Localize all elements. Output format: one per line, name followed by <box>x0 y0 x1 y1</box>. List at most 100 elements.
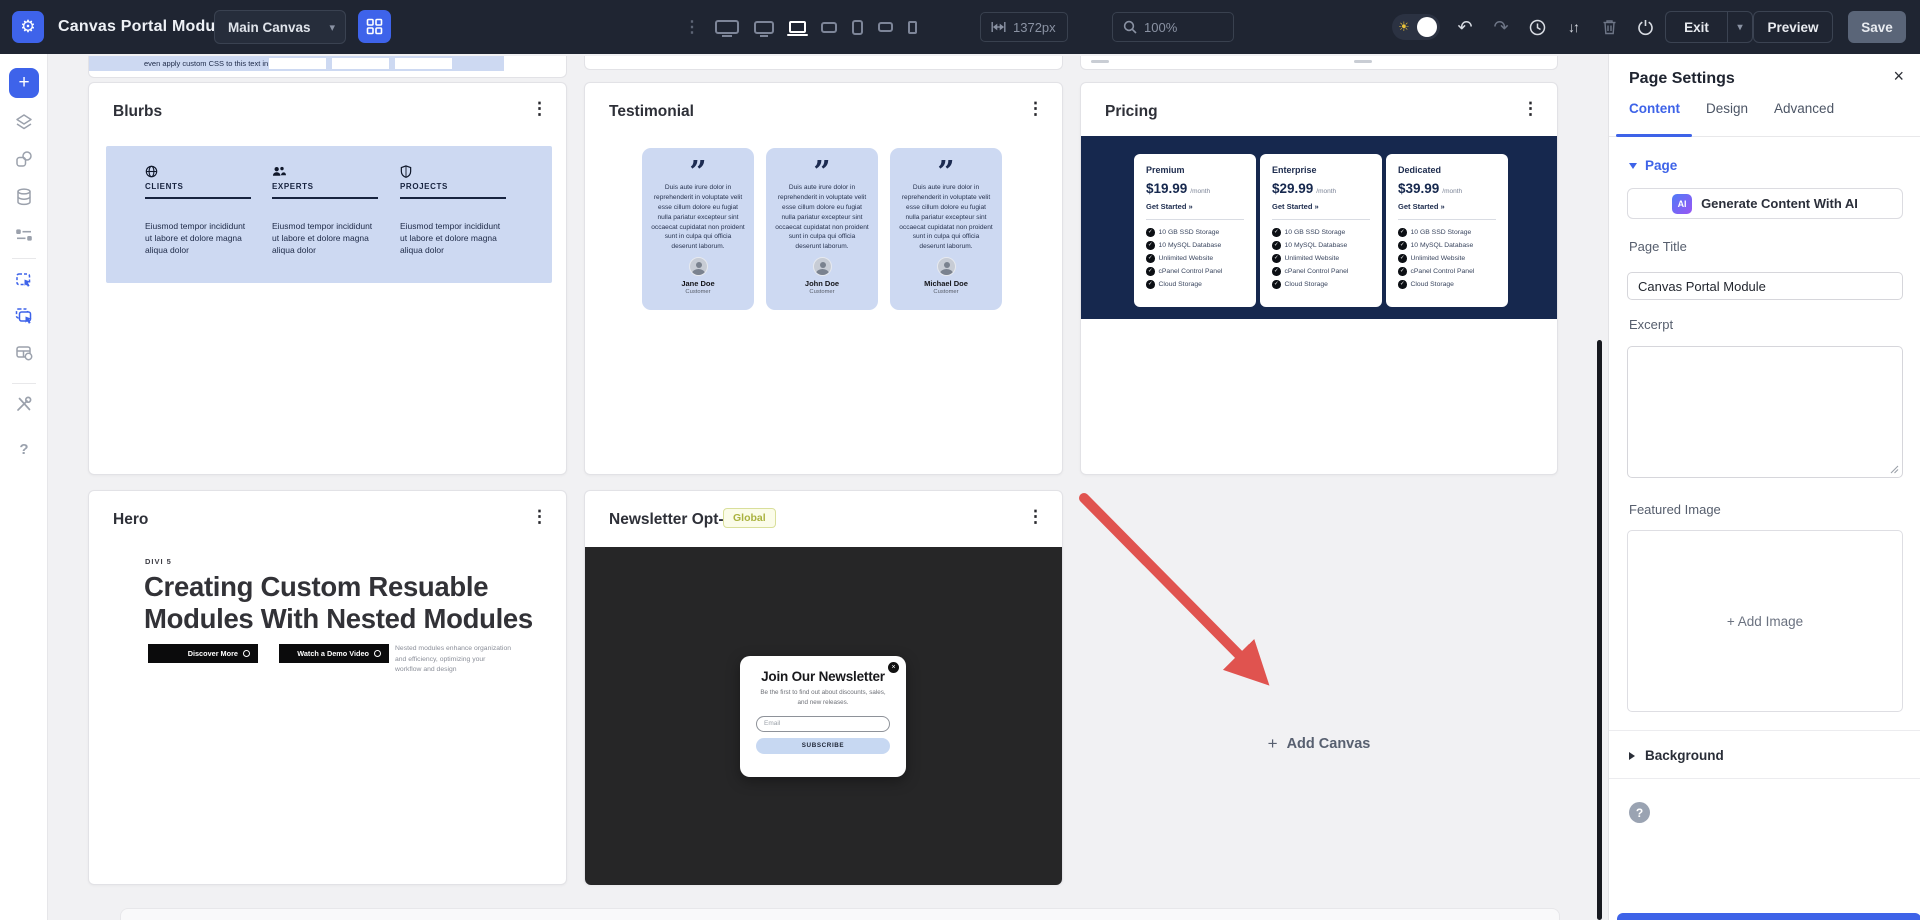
tools-icon[interactable] <box>14 394 34 414</box>
options-list-icon[interactable] <box>14 225 34 245</box>
undo-button[interactable]: ↶ <box>1452 0 1478 54</box>
tab-design[interactable]: Design <box>1706 101 1748 116</box>
kebab-menu-icon[interactable]: ⋮ <box>531 507 548 527</box>
exit-button[interactable]: Exit <box>1665 11 1727 43</box>
drag-handle-icon[interactable]: ⋮ <box>684 17 700 37</box>
partial-card[interactable] <box>1080 56 1558 70</box>
excerpt-label: Excerpt <box>1629 317 1673 332</box>
close-icon[interactable]: × <box>1893 66 1904 87</box>
help-icon[interactable]: ? <box>14 439 34 459</box>
feature-item: ✓10 GB SSD Storage <box>1398 228 1496 237</box>
check-icon: ✓ <box>1146 280 1155 289</box>
design-presets-icon[interactable] <box>14 149 34 169</box>
hero-button-discover[interactable]: Discover More <box>148 644 258 663</box>
partial-cell <box>395 58 452 69</box>
portability-button[interactable] <box>1632 0 1658 54</box>
device-phone-landscape-icon[interactable] <box>878 22 893 32</box>
pricing-plan: Dedicated $39.99 /month Get Started » ✓1… <box>1386 154 1508 307</box>
feature-item: ✓cPanel Control Panel <box>1272 267 1370 276</box>
power-icon <box>1637 19 1654 36</box>
module-card-newsletter[interactable]: Newsletter Opt-in Global ⋮ × Join Our Ne… <box>584 490 1063 885</box>
background-section-toggle[interactable]: Background <box>1629 748 1724 763</box>
module-title: Newsletter Opt-in <box>609 511 737 529</box>
exit-label: Exit <box>1684 20 1709 35</box>
undo-icon: ↶ <box>1457 17 1472 38</box>
subscribe-button[interactable]: SUBSCRIBE <box>756 738 890 754</box>
hero-heading: Creating Custom Resuable Modules With Ne… <box>144 571 546 636</box>
hero-button-label: Discover More <box>188 649 238 658</box>
page-title-input[interactable] <box>1627 272 1903 300</box>
select-canvas-icon[interactable] <box>14 306 34 326</box>
builder-settings-button[interactable]: ⚙ <box>12 11 44 43</box>
close-icon[interactable]: × <box>888 662 899 673</box>
page-section-toggle[interactable]: Page <box>1629 158 1677 173</box>
theme-toggle[interactable]: ☀ <box>1392 14 1440 40</box>
tab-advanced[interactable]: Advanced <box>1774 101 1834 116</box>
divider <box>1398 219 1496 220</box>
device-desktop-icon[interactable] <box>754 21 774 34</box>
partial-card[interactable] <box>584 56 1063 70</box>
partial-card-text-module[interactable]: even apply custom CSS to this text in th… <box>88 56 567 78</box>
help-icon[interactable]: ? <box>1629 802 1650 823</box>
add-module-button[interactable]: + <box>9 68 39 98</box>
canvas-selector-dropdown[interactable]: Main Canvas ▾ <box>214 10 346 44</box>
plan-period: /month <box>1190 188 1210 195</box>
toggle-knob <box>1417 17 1437 37</box>
hero-button-demo[interactable]: Watch a Demo Video <box>279 644 389 663</box>
database-icon[interactable] <box>14 187 34 207</box>
device-phone-icon[interactable] <box>908 21 917 34</box>
settings-tabs: Content Design Advanced <box>1629 101 1834 116</box>
panel-scrollbar[interactable] <box>1597 340 1602 920</box>
plan-name: Dedicated <box>1398 165 1496 175</box>
ai-button-label: Generate Content With AI <box>1701 196 1858 211</box>
width-arrows-icon <box>991 21 1006 33</box>
plan-price: $39.99 <box>1398 181 1439 196</box>
module-card-hero[interactable]: Hero ⋮ DIVI 5 Creating Custom Resuable M… <box>88 490 567 885</box>
next-row-edge[interactable] <box>120 908 1560 920</box>
redo-button[interactable]: ↷ <box>1488 0 1514 54</box>
device-laptop-icon-active[interactable] <box>789 21 806 33</box>
kebab-menu-icon[interactable]: ⋮ <box>1027 99 1044 119</box>
tab-content[interactable]: Content <box>1629 101 1680 116</box>
generate-ai-button[interactable]: AI Generate Content With AI <box>1627 188 1903 219</box>
top-toolbar: ⚙ Canvas Portal Module Main Canvas ▾ ⋮ 1… <box>0 0 1920 54</box>
table-settings-icon[interactable] <box>14 343 34 363</box>
module-card-blurbs[interactable]: Blurbs ⋮ CLIENTS Eiusmod tempor incididu… <box>88 82 567 475</box>
testimonial-name: Jane Doe <box>681 279 714 288</box>
resize-handle-icon[interactable] <box>1890 465 1899 474</box>
layers-icon[interactable] <box>14 112 34 132</box>
plan-price: $29.99 <box>1272 181 1313 196</box>
plan-name: Enterprise <box>1272 165 1370 175</box>
email-field[interactable] <box>756 716 890 732</box>
module-card-testimonial[interactable]: Testimonial ⋮ ” Duis aute irure dolor in… <box>584 82 1063 475</box>
device-desktop-large-icon[interactable] <box>715 20 739 34</box>
kebab-menu-icon[interactable]: ⋮ <box>531 99 548 119</box>
check-icon: ✓ <box>1272 241 1281 250</box>
check-icon: ✓ <box>1398 241 1407 250</box>
kebab-menu-icon[interactable]: ⋮ <box>1027 507 1044 527</box>
bottom-action-button-edge[interactable] <box>1617 913 1920 920</box>
kebab-menu-icon[interactable]: ⋮ <box>1522 99 1539 119</box>
module-card-pricing[interactable]: Pricing ⋮ Premium $19.99 /month Get Star… <box>1080 82 1558 475</box>
exit-dropdown-button[interactable]: ▾ <box>1727 11 1753 43</box>
feature-item: ✓10 GB SSD Storage <box>1146 228 1244 237</box>
history-button[interactable] <box>1524 0 1550 54</box>
viewport-width-field[interactable]: 1372px <box>980 12 1068 42</box>
partial-cell <box>332 58 389 69</box>
excerpt-textarea[interactable] <box>1627 346 1903 478</box>
plan-cta: Get Started » <box>1398 202 1496 211</box>
sort-order-button[interactable]: ↓↑ <box>1560 0 1586 54</box>
feature-item: ✓Cloud Storage <box>1146 280 1244 289</box>
module-title: Pricing <box>1105 103 1158 121</box>
blurb-item: PROJECTS Eiusmod tempor incididunt ut la… <box>400 165 508 257</box>
select-module-icon[interactable] <box>14 270 34 290</box>
device-tablet-landscape-icon[interactable] <box>821 22 837 33</box>
save-button[interactable]: Save <box>1848 11 1906 43</box>
grid-view-button[interactable] <box>358 10 391 43</box>
device-tablet-icon[interactable] <box>852 20 863 35</box>
add-image-dropzone[interactable]: + Add Image <box>1627 530 1903 712</box>
trash-button[interactable] <box>1596 0 1622 54</box>
circle-icon <box>243 650 250 657</box>
zoom-field[interactable]: 100% <box>1112 12 1234 42</box>
preview-button[interactable]: Preview <box>1753 11 1833 43</box>
